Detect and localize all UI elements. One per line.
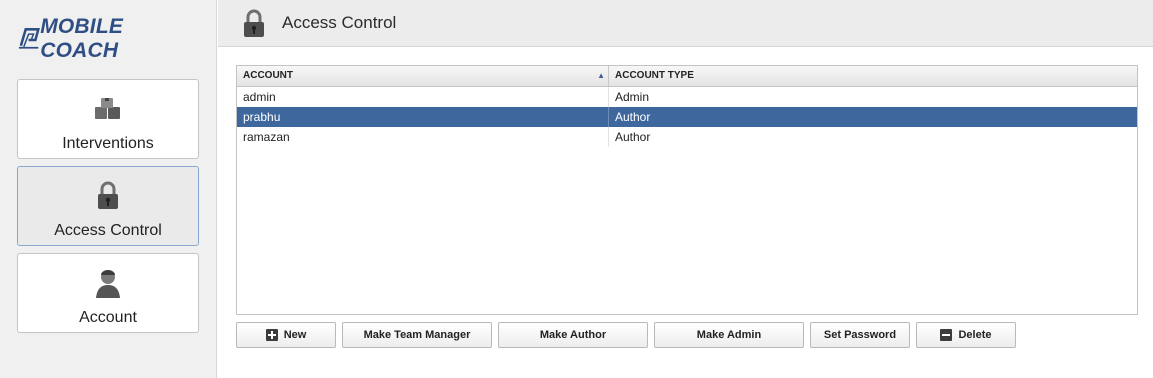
accounts-table: ACCOUNT ▲ ACCOUNT TYPE admin Admin prabh… [236,65,1138,315]
cell-account: ramazan [237,127,609,147]
sidebar-item-access-control[interactable]: Access Control [17,166,199,246]
make-admin-button[interactable]: Make Admin [654,322,804,348]
sidebar: MOBILE COACH Interventions Access Contro… [0,0,217,378]
sidebar-item-label: Access Control [54,222,162,239]
cell-account: prabhu [237,107,609,127]
table-row[interactable]: ramazan Author [237,127,1137,147]
cell-account-type: Author [615,110,651,124]
make-author-button[interactable]: Make Author [498,322,648,348]
sidebar-item-label: Interventions [62,135,154,152]
user-icon [93,267,123,299]
logo-text: MOBILE COACH [40,15,124,62]
cell-account-type: Admin [615,90,650,104]
table-row[interactable]: admin Admin [237,87,1137,107]
column-header-account[interactable]: ACCOUNT ▲ [237,66,609,86]
new-button[interactable]: New [236,322,336,348]
delete-button[interactable]: Delete [916,322,1016,348]
lock-icon [93,180,123,212]
set-password-button[interactable]: Set Password [810,322,910,348]
cell-account-type: Author [615,130,651,144]
interventions-icon [93,93,123,125]
sidebar-item-interventions[interactable]: Interventions [17,79,199,159]
cell-account: admin [237,87,609,107]
page-title: Access Control [282,13,397,32]
minus-icon [940,329,953,341]
table-row[interactable]: prabhu Author [237,107,1137,127]
column-header-account-type[interactable]: ACCOUNT TYPE [609,66,1137,86]
sort-ascending-icon: ▲ [597,71,605,80]
plus-icon [265,329,278,341]
lock-icon [240,9,268,39]
page-header: Access Control [218,0,1153,47]
sidebar-item-label: Account [79,309,137,326]
logo-mark-icon [18,28,40,49]
sidebar-item-account[interactable]: Account [17,253,199,333]
make-team-manager-button[interactable]: Make Team Manager [342,322,492,348]
table-header: ACCOUNT ▲ ACCOUNT TYPE [237,66,1137,87]
app-logo: MOBILE COACH [17,15,202,62]
